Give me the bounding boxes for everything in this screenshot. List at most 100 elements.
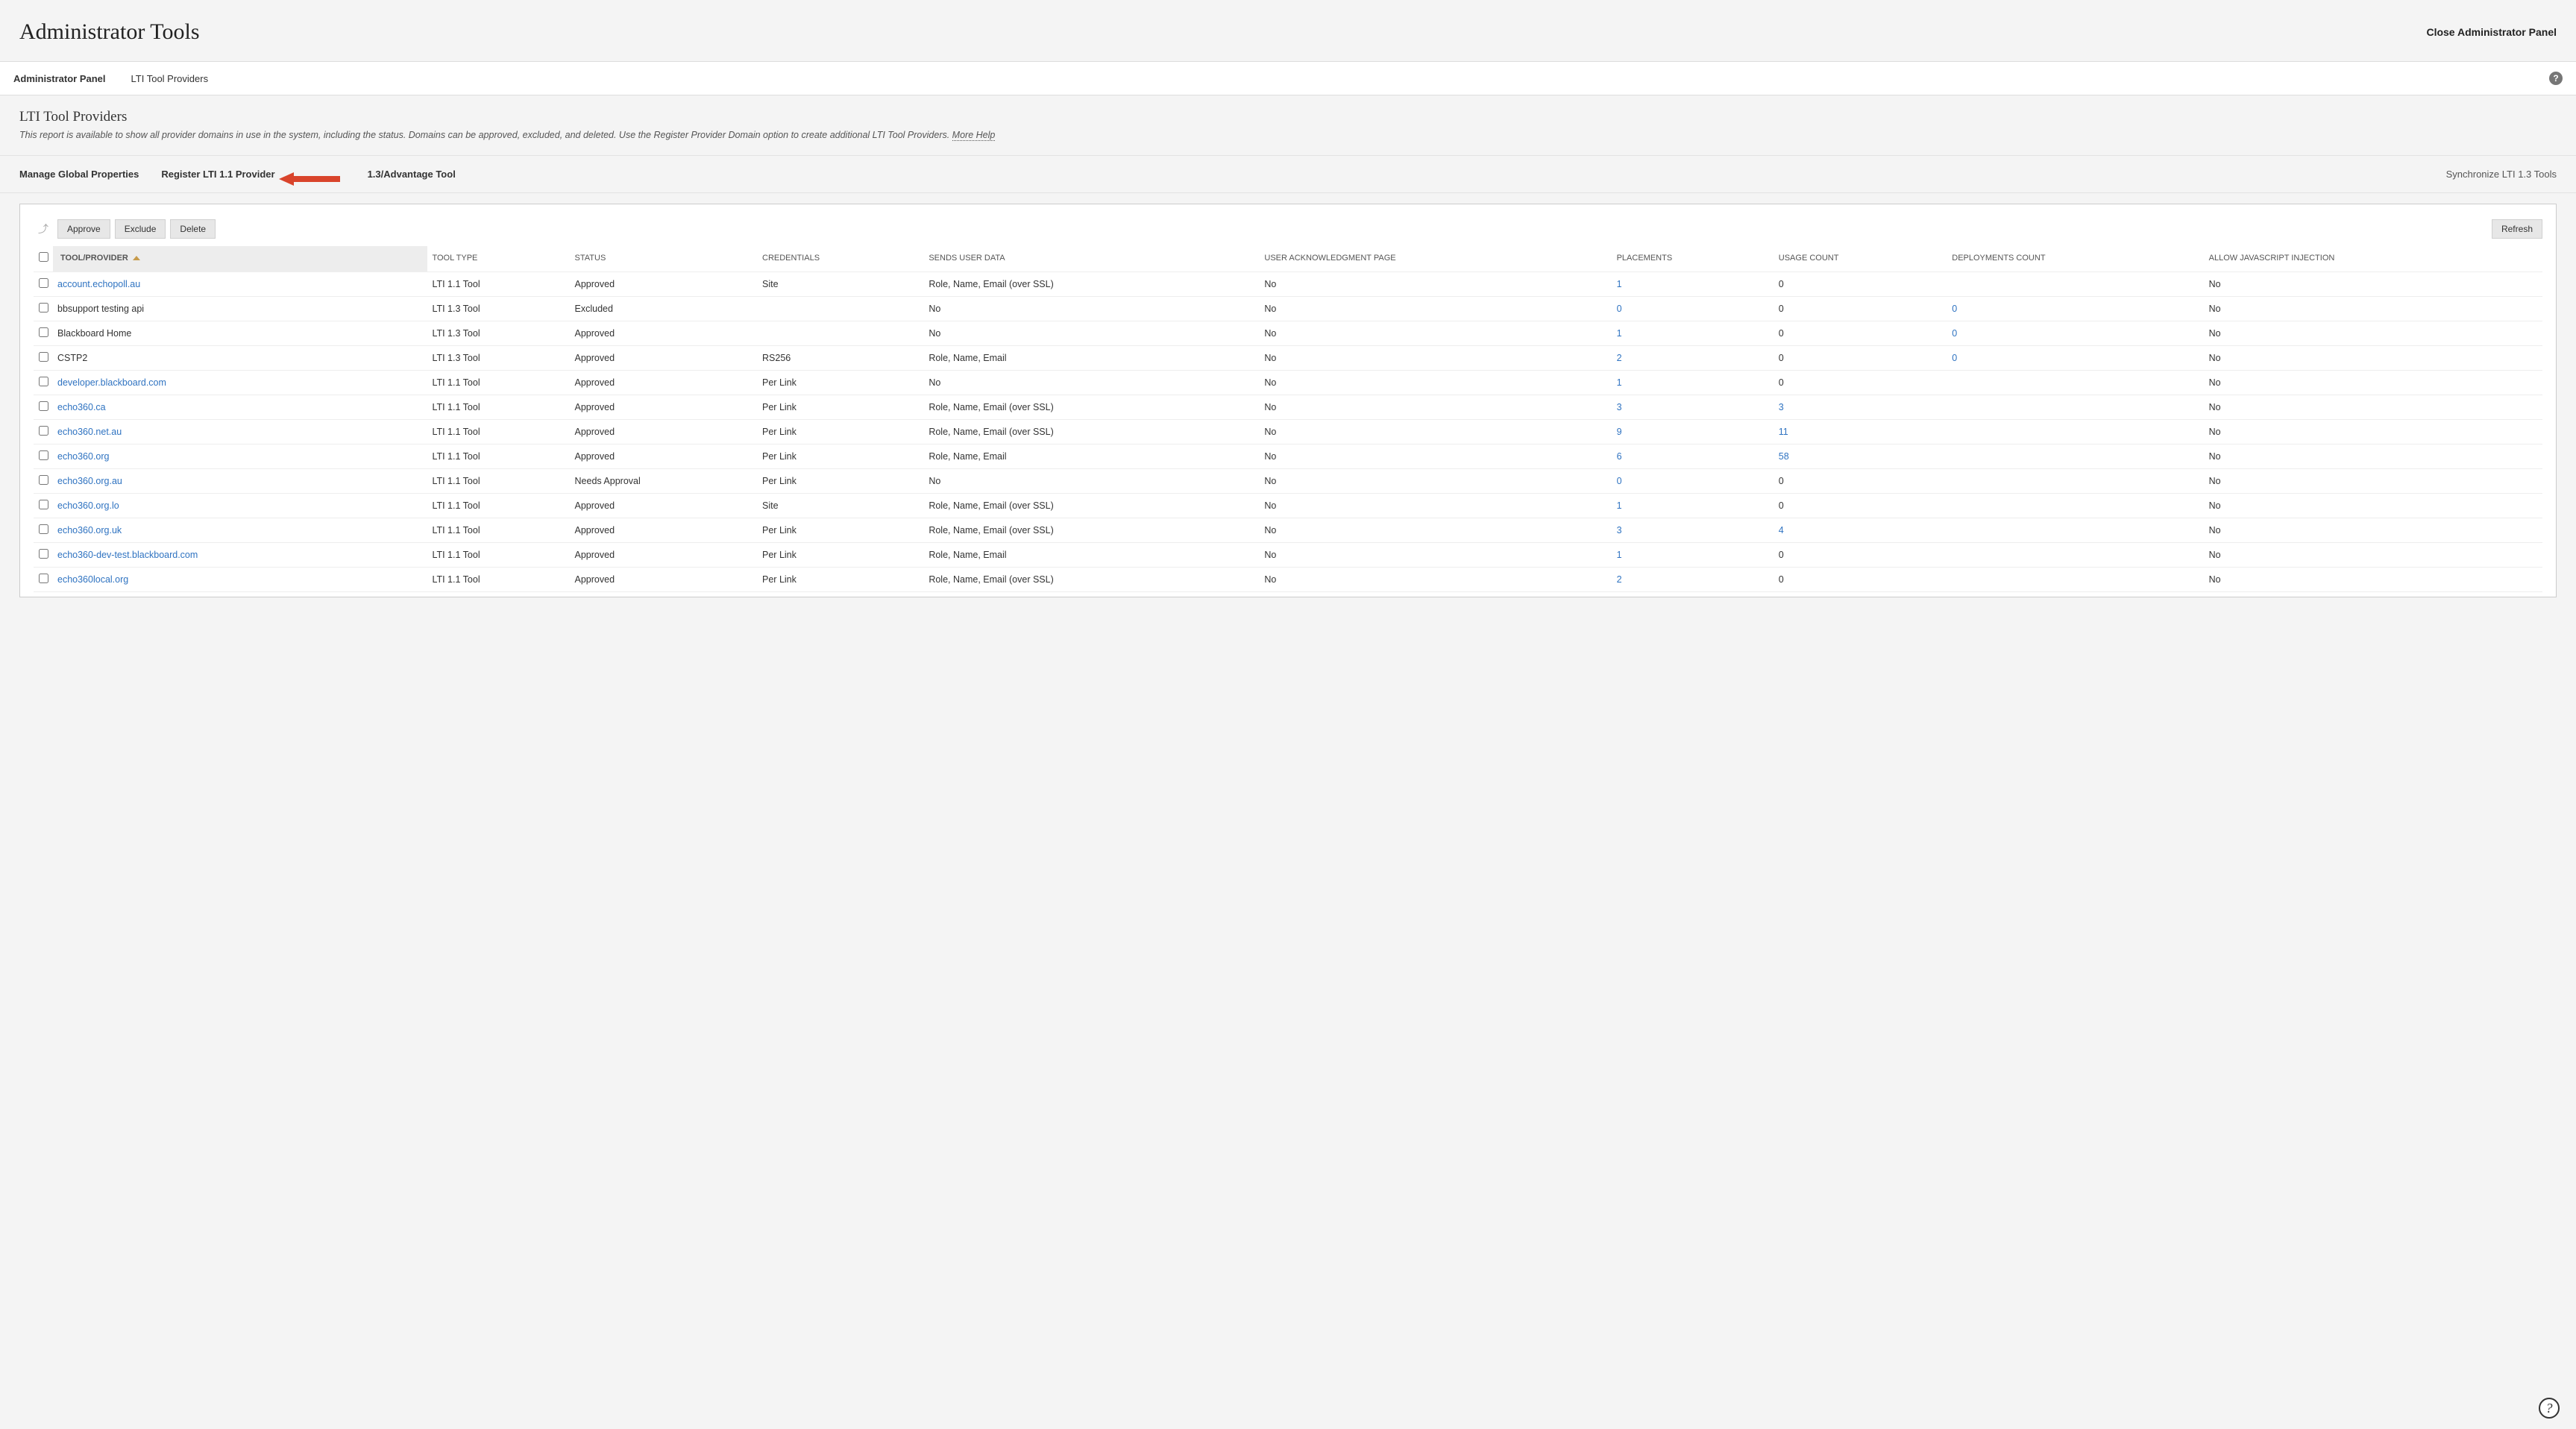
help-icon[interactable]: ?: [2549, 72, 2563, 85]
tool-provider-name[interactable]: echo360-dev-test.blackboard.com: [57, 550, 198, 560]
row-checkbox-cell[interactable]: [34, 568, 53, 592]
row-checkbox[interactable]: [39, 549, 48, 559]
refresh-button[interactable]: Refresh: [2492, 219, 2542, 239]
row-checkbox-cell[interactable]: [34, 321, 53, 346]
cell-placements-value[interactable]: 3: [1617, 402, 1622, 412]
cell-deployments-count-value[interactable]: 0: [1952, 353, 1957, 363]
tool-provider-name[interactable]: echo360.org.au: [57, 476, 122, 486]
tool-provider-name[interactable]: echo360.net.au: [57, 427, 122, 437]
cell-deployments-count: [1947, 395, 2204, 420]
col-user-acknowledgment[interactable]: USER ACKNOWLEDGMENT PAGE: [1260, 246, 1612, 272]
cell-placements: 9: [1612, 420, 1774, 445]
row-checkbox[interactable]: [39, 426, 48, 436]
row-checkbox[interactable]: [39, 574, 48, 583]
cell-placements-value[interactable]: 3: [1617, 525, 1622, 536]
cell-user-acknowledgment: No: [1260, 420, 1612, 445]
more-help-link[interactable]: More Help: [952, 130, 996, 141]
table-row: echo360.org.auLTI 1.1 ToolNeeds Approval…: [34, 469, 2542, 494]
register-lti-11-provider-link[interactable]: Register LTI 1.1 Provider: [161, 169, 274, 180]
register-lti-13-advantage-partial[interactable]: 1.3/Advantage Tool: [368, 169, 456, 180]
col-status[interactable]: STATUS: [571, 246, 758, 272]
cell-usage-count-value[interactable]: 4: [1779, 525, 1784, 536]
col-allow-js-injection[interactable]: ALLOW JAVASCRIPT INJECTION: [2205, 246, 2542, 272]
row-checkbox-cell[interactable]: [34, 518, 53, 543]
synchronize-lti-13-link[interactable]: Synchronize LTI 1.3 Tools: [2446, 169, 2557, 180]
row-checkbox[interactable]: [39, 278, 48, 288]
cell-placements-value[interactable]: 1: [1617, 328, 1622, 339]
cell-usage-count-value[interactable]: 11: [1779, 427, 1788, 437]
row-checkbox[interactable]: [39, 450, 48, 460]
row-checkbox-cell[interactable]: [34, 371, 53, 395]
red-arrow-annotation: [279, 171, 340, 187]
breadcrumb-current[interactable]: LTI Tool Providers: [131, 73, 209, 84]
col-credentials[interactable]: CREDENTIALS: [758, 246, 924, 272]
cell-placements-value[interactable]: 9: [1617, 427, 1622, 437]
cell-placements-value[interactable]: 0: [1617, 476, 1622, 486]
cell-placements-value[interactable]: 1: [1617, 550, 1622, 560]
cell-placements-value[interactable]: 6: [1617, 451, 1622, 462]
cell-placements: 3: [1612, 518, 1774, 543]
exclude-button[interactable]: Exclude: [115, 219, 166, 239]
row-checkbox[interactable]: [39, 377, 48, 386]
row-checkbox-cell[interactable]: [34, 494, 53, 518]
cell-allow-js: No: [2205, 543, 2542, 568]
cell-credentials: [758, 321, 924, 346]
row-checkbox[interactable]: [39, 524, 48, 534]
tool-provider-name[interactable]: echo360.org: [57, 451, 110, 462]
tool-provider-name[interactable]: echo360.ca: [57, 402, 106, 412]
approve-button[interactable]: Approve: [57, 219, 110, 239]
col-deployments-count[interactable]: DEPLOYMENTS COUNT: [1947, 246, 2204, 272]
row-checkbox-cell[interactable]: [34, 395, 53, 420]
tool-provider-name[interactable]: developer.blackboard.com: [57, 377, 166, 388]
cell-placements-value[interactable]: 1: [1617, 500, 1622, 511]
cell-placements-value[interactable]: 2: [1617, 353, 1622, 363]
row-checkbox-cell[interactable]: [34, 346, 53, 371]
col-placements[interactable]: PLACEMENTS: [1612, 246, 1774, 272]
row-checkbox[interactable]: [39, 401, 48, 411]
cell-placements-value[interactable]: 1: [1617, 377, 1622, 388]
row-checkbox[interactable]: [39, 327, 48, 337]
cell-sends-user-data: No: [924, 321, 1260, 346]
floating-help-icon[interactable]: ?: [2539, 1398, 2560, 1419]
row-checkbox-cell[interactable]: [34, 469, 53, 494]
row-checkbox[interactable]: [39, 303, 48, 313]
breadcrumb-administrator-panel[interactable]: Administrator Panel: [13, 73, 106, 84]
tool-provider-name[interactable]: echo360.org.lo: [57, 500, 119, 511]
row-checkbox-cell[interactable]: [34, 445, 53, 469]
tool-provider-name[interactable]: echo360.org.uk: [57, 525, 122, 536]
cell-usage-count: 0: [1774, 469, 1947, 494]
cell-placements-value[interactable]: 2: [1617, 574, 1622, 585]
cell-tool-provider: echo360.org.uk: [53, 518, 427, 543]
cell-deployments-count: [1947, 568, 2204, 592]
cell-deployments-count-value[interactable]: 0: [1952, 328, 1957, 339]
row-checkbox[interactable]: [39, 475, 48, 485]
cell-allow-js: No: [2205, 568, 2542, 592]
cell-usage-count-value[interactable]: 58: [1779, 451, 1789, 462]
row-checkbox[interactable]: [39, 500, 48, 509]
cell-user-acknowledgment: No: [1260, 469, 1612, 494]
delete-button[interactable]: Delete: [170, 219, 216, 239]
cell-placements-value[interactable]: 1: [1617, 279, 1622, 289]
cell-placements-value[interactable]: 0: [1617, 304, 1622, 314]
select-all-header[interactable]: [34, 246, 53, 272]
cell-deployments-count-value[interactable]: 0: [1952, 304, 1957, 314]
tool-provider-name[interactable]: echo360local.org: [57, 574, 128, 585]
tool-provider-name[interactable]: account.echopoll.au: [57, 279, 140, 289]
col-tool-type[interactable]: TOOL TYPE: [427, 246, 570, 272]
close-admin-panel-link[interactable]: Close Administrator Panel: [2426, 26, 2557, 38]
select-all-checkbox[interactable]: [39, 252, 48, 262]
row-checkbox-cell[interactable]: [34, 297, 53, 321]
cell-usage-count-value[interactable]: 3: [1779, 402, 1784, 412]
cell-tool-provider: echo360local.org: [53, 568, 427, 592]
row-checkbox-cell[interactable]: [34, 543, 53, 568]
manage-global-properties-link[interactable]: Manage Global Properties: [19, 169, 139, 180]
row-checkbox-cell[interactable]: [34, 272, 53, 297]
col-sends-user-data[interactable]: SENDS USER DATA: [924, 246, 1260, 272]
col-tool-provider[interactable]: TOOL/PROVIDER: [53, 246, 427, 272]
row-checkbox[interactable]: [39, 352, 48, 362]
row-checkbox-cell[interactable]: [34, 420, 53, 445]
col-usage-count[interactable]: USAGE COUNT: [1774, 246, 1947, 272]
cell-placements: 2: [1612, 346, 1774, 371]
cell-sends-user-data: Role, Name, Email (over SSL): [924, 272, 1260, 297]
cell-sends-user-data: Role, Name, Email: [924, 346, 1260, 371]
